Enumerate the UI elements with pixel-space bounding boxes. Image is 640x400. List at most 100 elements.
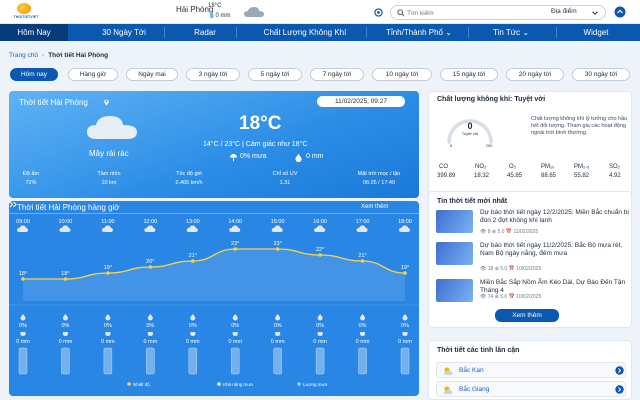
pollutant-name: O₃ bbox=[509, 164, 517, 170]
temperature-point bbox=[360, 259, 365, 263]
location-select[interactable]: Địa điểm bbox=[551, 8, 577, 15]
current-weather-title: Thời tiết Hải Phòng bbox=[19, 98, 88, 107]
nav-widget[interactable]: Widget bbox=[566, 24, 626, 41]
cloud-icon bbox=[17, 225, 28, 232]
header-rain: 💧0 mm bbox=[208, 12, 230, 19]
pollutant-name: PM₁₀ bbox=[541, 164, 555, 170]
news-thumbnail[interactable] bbox=[436, 242, 473, 265]
news-item-meta: 👁 18 ⊕ 5.0 📅 10/02/2025 bbox=[480, 266, 542, 272]
search-input[interactable] bbox=[407, 7, 537, 19]
hour-label: 17:00 bbox=[356, 219, 370, 225]
nearby-item-label: Bắc Giang bbox=[459, 386, 490, 393]
stat-label-sun: Mặt trời mọc / lặn bbox=[357, 171, 401, 177]
pollutant-name: SO₂ bbox=[609, 164, 620, 170]
aqi-max: 200 bbox=[486, 143, 493, 148]
temperature-point bbox=[21, 277, 25, 281]
cloud-icon bbox=[314, 225, 326, 232]
temperature-point-label: 18° bbox=[19, 271, 27, 277]
chevron-down-icon[interactable] bbox=[591, 9, 599, 17]
aqi-gauge: 0 Tuyệt vời 0 200 bbox=[447, 119, 493, 148]
temperature-point-label: 23° bbox=[231, 241, 239, 247]
nav-today[interactable]: Hôm Nay bbox=[0, 24, 68, 41]
tab-7-days[interactable]: 7 ngày tới bbox=[310, 68, 364, 81]
rain-gauge-icon bbox=[190, 332, 196, 336]
news-item-title[interactable]: Dự báo thời tiết ngày 11/2/2025: Bắc Bộ … bbox=[480, 242, 630, 258]
news-item-title[interactable]: Dự báo thời tiết ngày 12/2/2025: Miền Bắ… bbox=[480, 209, 630, 225]
rain-gauge-icon bbox=[62, 332, 68, 336]
legend-swatch bbox=[217, 382, 221, 386]
pollutant-value: 55.82 bbox=[574, 173, 590, 179]
news-item-meta: 👁 8 ⊕ 5.0 📅 11/02/2025 bbox=[480, 229, 539, 235]
nav-divider bbox=[468, 27, 469, 38]
rain-bar bbox=[18, 347, 28, 375]
temperature-point-label: 18° bbox=[61, 271, 69, 277]
rain-chance-label: 0% bbox=[316, 323, 324, 329]
rain-bar bbox=[273, 347, 282, 375]
news-thumbnail[interactable] bbox=[436, 279, 473, 302]
rain-drop-icon bbox=[232, 314, 238, 321]
rain-amount-label: 0 mm bbox=[143, 339, 157, 345]
weather-condition: Mây rải rác bbox=[89, 149, 129, 158]
news-thumbnail[interactable] bbox=[436, 210, 473, 233]
aqi-value: 0 bbox=[467, 121, 472, 131]
hour-label: 15:00 bbox=[271, 219, 285, 225]
cloud-icon bbox=[244, 7, 264, 17]
nav-divider bbox=[236, 27, 237, 38]
news-item-title[interactable]: Miền Bắc Sắp Nồm Ẩm Kéo Dài, Dự Báo Đến … bbox=[480, 279, 630, 295]
collapse-toggle-icon[interactable] bbox=[614, 6, 626, 18]
chevron-right-icon bbox=[615, 366, 624, 375]
nav-provinces[interactable]: Tỉnh/Thành Phố ⌄ bbox=[372, 24, 466, 41]
nav-30-days[interactable]: 30 Ngày Tới bbox=[84, 24, 164, 41]
temperature-point bbox=[63, 277, 68, 281]
rain-chance-label: 0% bbox=[231, 323, 239, 329]
rain-amount-label: 0 mm bbox=[398, 339, 412, 345]
nav-news[interactable]: Tin Tức ⌄ bbox=[476, 24, 546, 41]
temperature-point-label: 20° bbox=[146, 259, 154, 265]
nearby-item[interactable]: Bắc Giang bbox=[436, 381, 626, 397]
tab-30-days[interactable]: 30 ngày tới bbox=[572, 68, 630, 81]
nearby-title: Thời tiết các tỉnh lân cận bbox=[437, 347, 520, 354]
nearby-item[interactable]: Bắc Kạn bbox=[436, 362, 626, 378]
temperature-point bbox=[148, 265, 153, 269]
tab-today[interactable]: Hôm nay bbox=[10, 68, 58, 81]
rain-drop-icon bbox=[402, 314, 408, 321]
chevron-down-icon: ⌄ bbox=[445, 28, 452, 37]
news-see-more-button[interactable]: Xem thêm bbox=[495, 309, 559, 322]
nav-air-quality[interactable]: Chất Lượng Không Khí bbox=[246, 24, 364, 41]
rain-chance-label: 0% bbox=[61, 323, 69, 329]
tab-3-days[interactable]: 3 ngày tới bbox=[186, 68, 240, 81]
rain-chance-label: 0% bbox=[359, 323, 367, 329]
cloud-icon bbox=[101, 225, 113, 232]
site-logo[interactable]: THOITIETVIET bbox=[8, 3, 42, 21]
breadcrumb-home[interactable]: Trang chủ bbox=[9, 52, 38, 59]
temperature-point bbox=[190, 259, 195, 263]
stat-value-wind: 2.465 km/h bbox=[175, 180, 203, 186]
tab-15-days[interactable]: 15 ngày tới bbox=[440, 68, 498, 81]
cloud-icon bbox=[229, 225, 241, 232]
temperature-point-label: 22° bbox=[316, 247, 324, 253]
rain-drop-icon bbox=[360, 314, 366, 321]
stat-value-sun: 06:25 / 17:40 bbox=[362, 180, 396, 186]
temperature-point bbox=[233, 247, 238, 251]
pollutant-value: 45.85 bbox=[507, 173, 523, 179]
location-pin-icon[interactable] bbox=[374, 8, 383, 17]
search-icon bbox=[397, 9, 405, 17]
main-nav: Hôm Nay 30 Ngày Tới Radar Chất Lượng Khô… bbox=[0, 24, 640, 41]
current-datetime: 11/02/2025, 09:27 bbox=[317, 96, 405, 107]
tab-hourly[interactable]: Hàng giờ bbox=[68, 68, 118, 81]
hour-label: 18:00 bbox=[398, 219, 412, 225]
cloud-icon bbox=[271, 225, 283, 232]
tab-5-days[interactable]: 5 ngày tới bbox=[248, 68, 302, 81]
legend-label: Nhiệt độ bbox=[133, 382, 150, 387]
rain-drop-icon bbox=[275, 314, 281, 321]
nav-radar[interactable]: Radar bbox=[176, 24, 234, 41]
tab-10-days[interactable]: 10 ngày tới bbox=[372, 68, 432, 81]
sun-cloud-icon bbox=[444, 367, 453, 375]
rain-gauge-icon bbox=[402, 332, 408, 336]
stat-label-wind: Tốc độ gió bbox=[176, 171, 202, 177]
rain-amount-label: 0 mm bbox=[228, 339, 242, 345]
tab-20-days[interactable]: 20 ngày tới bbox=[506, 68, 564, 81]
current-weather-card: Thời tiết Hải Phòng 11/02/2025, 09:27 Mâ… bbox=[9, 91, 419, 198]
tab-tomorrow[interactable]: Ngày mai bbox=[126, 68, 178, 81]
rain-amount-label: 0 mm bbox=[16, 339, 30, 345]
